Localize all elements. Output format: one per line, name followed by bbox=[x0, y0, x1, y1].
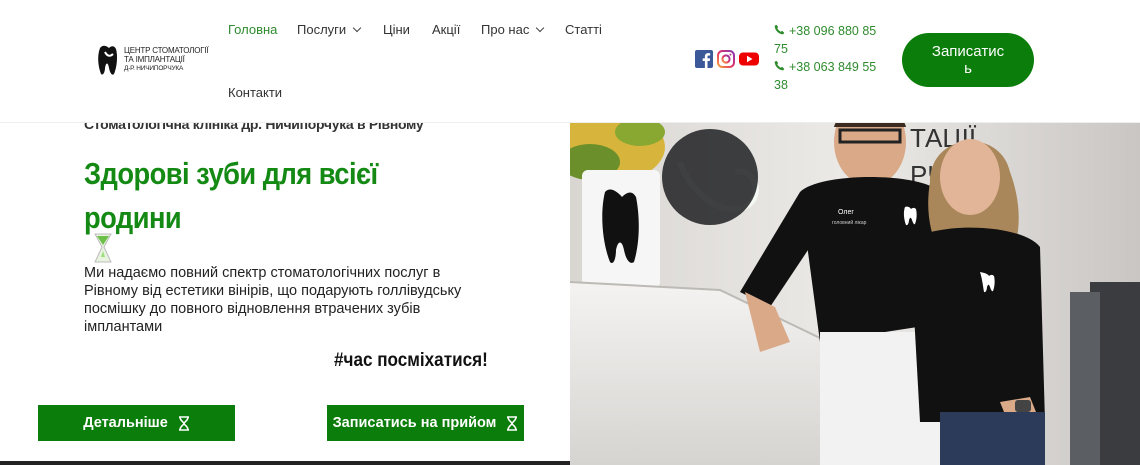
facebook-icon[interactable] bbox=[695, 50, 713, 68]
details-button-label: Детальніше bbox=[83, 415, 168, 431]
hourglass-icon bbox=[507, 415, 518, 431]
phone-list: +38 096 880 85 75 +38 063 849 55 38 bbox=[774, 22, 884, 94]
logo-text: ЦЕНТР СТОМАТОЛОГІЇ ТА ІМПЛАНТАЦІЇ Д-Р. Н… bbox=[124, 46, 209, 73]
instagram-icon[interactable] bbox=[717, 50, 735, 68]
logo-line-3: Д-Р. НИЧИПОРЧУКА bbox=[124, 65, 184, 72]
chevron-down-icon bbox=[536, 23, 545, 33]
nav-item-about[interactable]: Про нас bbox=[481, 22, 545, 37]
nav-item-about-label: Про нас bbox=[481, 22, 530, 37]
hero-title-line-2: родини bbox=[84, 200, 182, 235]
chevron-down-icon bbox=[352, 23, 362, 33]
site-header: ЦЕНТР СТОМАТОЛОГІЇ ТА ІМПЛАНТАЦІЇ Д-Р. Н… bbox=[0, 0, 1140, 123]
phone-icon bbox=[774, 60, 785, 71]
logo-line-2: ТА ІМПЛАНТАЦІЇ bbox=[124, 55, 185, 64]
phone-1-part-b[interactable]: 75 bbox=[774, 40, 884, 58]
phone-2-part-b[interactable]: 38 bbox=[774, 76, 884, 94]
phone-2-part-a: +38 063 849 55 bbox=[789, 60, 877, 74]
phone-1-part-a: +38 096 880 85 bbox=[789, 24, 877, 38]
clinic-logo[interactable]: ЦЕНТР СТОМАТОЛОГІЇ ТА ІМПЛАНТАЦІЇ Д-Р. Н… bbox=[96, 42, 216, 78]
nav-item-articles[interactable]: Статті bbox=[565, 22, 602, 37]
header-book-label-b: ь bbox=[964, 60, 972, 77]
nav-item-promotions[interactable]: Акції bbox=[432, 22, 460, 37]
doctors-photo-illustration: ТАЦІЇ РЧУКА Олег головний лікар bbox=[570, 122, 1140, 465]
badge-name: Олег bbox=[838, 209, 854, 216]
hero-title: Здорові зуби для всієї родини bbox=[84, 152, 401, 240]
logo-line-1: ЦЕНТР СТОМАТОЛОГІЇ bbox=[124, 46, 209, 55]
nav-item-services-label: Послуги bbox=[297, 22, 347, 37]
section-divider bbox=[0, 461, 570, 465]
youtube-icon[interactable] bbox=[739, 50, 759, 68]
hourglass-icon bbox=[94, 233, 112, 263]
book-appointment-button[interactable]: Записатись на прийом bbox=[327, 405, 524, 441]
header-book-label: Записатис ь bbox=[932, 43, 1004, 77]
nav-item-prices[interactable]: Ціни bbox=[383, 22, 410, 37]
nav-item-contacts[interactable]: Контакти bbox=[228, 85, 282, 100]
hero-title-line-1: Здорові зуби для всієї bbox=[84, 156, 378, 191]
nav-item-services[interactable]: Послуги bbox=[297, 22, 362, 37]
phone-icon bbox=[774, 24, 785, 35]
phone-link-2[interactable]: +38 063 849 55 bbox=[774, 58, 884, 76]
doctors-photo: ТАЦІЇ РЧУКА Олег головний лікар bbox=[570, 122, 1140, 465]
header-book-button[interactable]: Записатис ь bbox=[902, 33, 1034, 87]
badge-role: головний лікар bbox=[832, 219, 867, 226]
phone-link-1[interactable]: +38 096 880 85 bbox=[774, 22, 884, 40]
details-button[interactable]: Детальніше bbox=[38, 405, 235, 441]
header-book-label-a: Записатис bbox=[931, 43, 1005, 60]
logo-mark-icon bbox=[98, 45, 118, 75]
hashtag-text: #час посміхатися! bbox=[334, 350, 488, 371]
hourglass-icon bbox=[178, 415, 189, 431]
hero-description: Ми надаємо повний спектр стоматологічних… bbox=[84, 265, 462, 335]
book-appointment-label: Записатись на прийом bbox=[332, 415, 497, 431]
nav-item-home[interactable]: Головна bbox=[228, 22, 277, 37]
